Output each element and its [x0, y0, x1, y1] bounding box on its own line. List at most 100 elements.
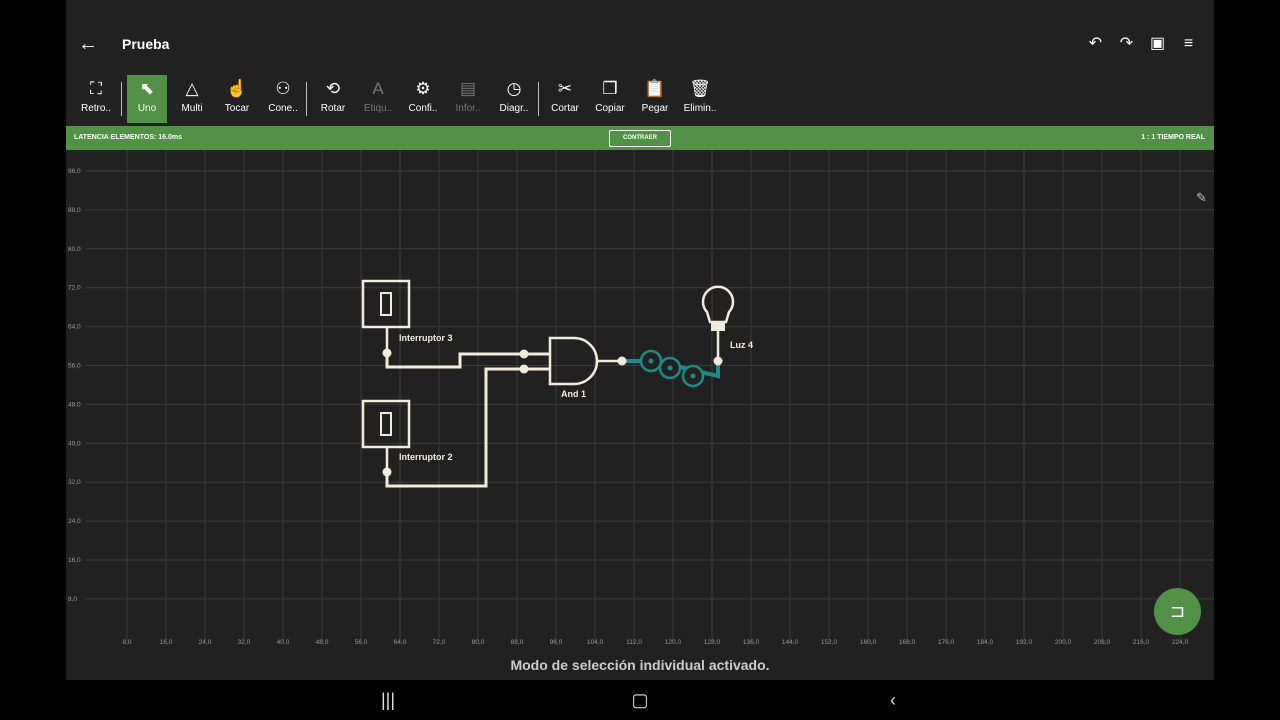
y-tick-label: 88,0 — [68, 207, 81, 214]
redo-icon[interactable]: ↷ — [1117, 32, 1136, 56]
toolbar: ⛶ Retro.. ⬉ Uno △ Multi ☝ Tocar ⚇ Cone.. ⟲ Rotar A Et… — [66, 72, 1214, 126]
pin — [382, 348, 392, 358]
app-bar: ← Prueba ↶ ↷ ▣ ≡ — [66, 0, 1214, 72]
tool-elimin-button[interactable]: 🗑 Elimin.. — [680, 75, 720, 123]
y-tick-label: 48,0 — [68, 401, 81, 408]
tool-multi-button[interactable]: △ Multi — [172, 75, 212, 123]
tool-pegar-button[interactable]: 📋 Pegar — [635, 75, 675, 123]
tool-label: Pegar — [641, 103, 669, 114]
pencil-icon[interactable]: ✎ — [1196, 190, 1214, 208]
tool-label: Retro.. — [80, 103, 111, 114]
label-icon: A — [372, 79, 384, 98]
switch-3-label: Interruptor 3 — [399, 333, 453, 343]
light-label: Luz 4 — [730, 340, 753, 350]
tool-retro-button[interactable]: ⛶ Retro.. — [76, 75, 116, 123]
home-nav-button[interactable]: ▢ — [627, 688, 653, 712]
x-tick-label: 136,0 — [743, 639, 760, 646]
pin — [713, 356, 723, 366]
tool-rotar-button[interactable]: ⟲ Rotar — [313, 75, 353, 123]
y-tick-label: 8,0 — [68, 596, 77, 603]
y-tick-label: 64,0 — [68, 324, 81, 331]
y-tick-label: 56,0 — [68, 363, 81, 370]
wire — [385, 367, 550, 488]
x-tick-label: 80,0 — [472, 639, 485, 646]
tool-infor-button[interactable]: ▤ Infor.. — [448, 75, 488, 123]
wire-handle-dot — [667, 365, 673, 371]
x-tick-label: 128,0 — [704, 639, 721, 646]
logic-gate-icon[interactable]: ⊐ — [1154, 588, 1201, 635]
x-tick-label: 152,0 — [821, 639, 838, 646]
select-one-icon: ⬉ — [139, 79, 155, 98]
tool-label: Tocar — [224, 103, 250, 114]
switch-2-label: Interruptor 2 — [399, 452, 453, 462]
tool-uno-button[interactable]: ⬉ Uno — [127, 75, 167, 123]
bulb-base — [711, 323, 725, 331]
x-tick-label: 120,0 — [665, 639, 682, 646]
app-window: ← Prueba ↶ ↷ ▣ ≡ ⛶ Retro.. ⬉ Uno △ Multi ☝ Tocar ⚇ C… — [66, 0, 1214, 680]
wire-handle-dot — [690, 373, 696, 379]
x-tick-label: 32,0 — [238, 639, 251, 646]
pin — [519, 349, 529, 359]
x-tick-label: 176,0 — [938, 639, 955, 646]
tool-label: Cortar — [551, 103, 579, 114]
arrow-left-icon[interactable]: ← — [78, 32, 98, 56]
recents-nav-button[interactable]: ||| — [375, 688, 401, 712]
tool-copiar-button[interactable]: ❐ Copiar — [590, 75, 630, 123]
tool-diagr-button[interactable]: ◷ Diagr.. — [494, 75, 534, 123]
x-tick-label: 224,0 — [1172, 639, 1189, 646]
x-tick-label: 8,0 — [122, 639, 131, 646]
latency-text: LATENCIA ELEMENTOS: 16.0ms — [74, 134, 183, 141]
and-gate-body — [548, 336, 599, 386]
y-tick-label: 32,0 — [68, 479, 81, 486]
x-tick-label: 200,0 — [1055, 639, 1072, 646]
collapse-button[interactable]: CONTRAER — [609, 130, 671, 147]
y-tick-label: 40,0 — [68, 440, 81, 447]
x-tick-label: 88,0 — [511, 639, 524, 646]
save-icon[interactable]: ▣ — [1148, 32, 1167, 56]
gate-label: And 1 — [561, 389, 586, 399]
back-nav-button[interactable]: ‹ — [880, 688, 906, 712]
canvas-svg[interactable]: 8,0 16,0 24,0 32,0 40,0 48,0 56,0 64,0 72,0 80,0 8… — [66, 150, 1214, 650]
pin — [519, 364, 529, 374]
x-tick-label: 16,0 — [160, 639, 173, 646]
x-tick-label: 56,0 — [355, 639, 368, 646]
switch-icon — [380, 412, 392, 436]
switch-icon — [380, 292, 392, 316]
pin — [382, 467, 392, 477]
paste-icon: 📋 — [644, 79, 666, 98]
tool-etiqu-button[interactable]: A Etiqu.. — [358, 75, 398, 123]
chip-icon: ⚙ — [415, 79, 431, 98]
x-tick-label: 208,0 — [1094, 639, 1111, 646]
connect-icon: ⚇ — [275, 79, 291, 98]
pin — [617, 356, 627, 366]
tool-cone-button[interactable]: ⚇ Cone.. — [263, 75, 303, 123]
x-tick-label: 144,0 — [782, 639, 799, 646]
circuit-canvas[interactable]: 8,0 16,0 24,0 32,0 40,0 48,0 56,0 64,0 72,0 80,0 8… — [66, 150, 1214, 650]
timer-icon: ◷ — [506, 79, 522, 98]
y-tick-label: 72,0 — [68, 285, 81, 292]
wire-handle-dot — [648, 358, 654, 364]
y-tick-label: 16,0 — [68, 557, 81, 564]
tool-confi-button[interactable]: ⚙ Confi.. — [403, 75, 443, 123]
undo-icon[interactable]: ↶ — [1086, 32, 1105, 56]
toolbar-separator — [306, 82, 307, 116]
tool-cortar-button[interactable]: ✂ Cortar — [545, 75, 585, 123]
page-title: Prueba — [122, 36, 170, 52]
toolbar-separator — [538, 82, 539, 116]
tool-tocar-button[interactable]: ☝ Tocar — [217, 75, 257, 123]
y-tick-label: 96,0 — [68, 168, 81, 175]
realtime-text: 1 : 1 TIEMPO REAL — [1141, 134, 1205, 141]
menu-icon[interactable]: ≡ — [1179, 32, 1198, 56]
y-tick-label: 80,0 — [68, 246, 81, 253]
x-tick-label: 40,0 — [277, 639, 290, 646]
x-tick-label: 112,0 — [626, 639, 642, 646]
shapes-icon: △ — [185, 79, 199, 98]
rotate-icon: ⟲ — [325, 79, 341, 98]
header-actions: ↶ ↷ ▣ ≡ — [1086, 32, 1198, 56]
y-tick-label: 24,0 — [68, 518, 81, 525]
toolbar-separator — [121, 82, 122, 116]
x-tick-label: 96,0 — [550, 639, 563, 646]
x-tick-label: 24,0 — [199, 639, 212, 646]
status-bar: LATENCIA ELEMENTOS: 16.0ms CONTRAER 1 : … — [66, 126, 1214, 150]
tool-label: Copiar — [595, 103, 625, 114]
